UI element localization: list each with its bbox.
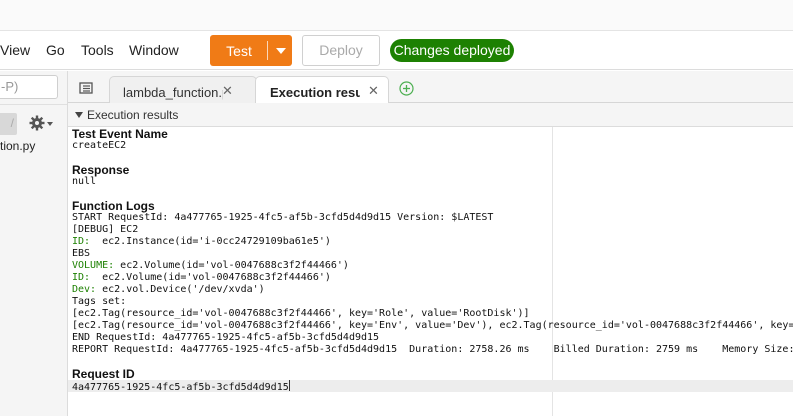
tab-label: Execution results [270,85,360,100]
request-id-value[interactable]: 4a477765-1925-4fc5-af5b-3cfd5d4d9d15 [72,380,290,394]
menu-window[interactable]: Window [129,42,179,58]
execution-results-panel: Execution results Test Event Name create… [68,103,793,416]
test-button[interactable]: Test [210,35,292,66]
request-id-label: Request ID [72,367,135,381]
log-line: ID: ec2.Volume(id='vol-0047688c3f2f44466… [72,272,793,284]
function-logs: START RequestId: 4a477765-1925-4fc5-af5b… [72,212,793,356]
execution-results-header[interactable]: Execution results [68,103,793,127]
menu-tools[interactable]: Tools [81,42,114,58]
log-text: [ec2.Tag(resource_id='vol-0047688c3f2f44… [72,308,530,319]
log-text: EBS [72,248,91,259]
log-text: ec2.vol.Device('/dev/xvda') [96,284,265,295]
test-event-label: Test Event Name [72,127,168,141]
close-icon[interactable]: ✕ [368,83,379,99]
log-line: REPORT RequestId: 4a477765-1925-4fc5-af5… [72,344,793,356]
log-keyword: ID: [72,236,91,247]
log-text: START RequestId: 4a477765-1925-4fc5-af5b… [72,212,494,223]
tab-lambda-function[interactable]: lambda_function.py ✕ [109,76,257,103]
tab-label: lambda_function.py [123,85,223,100]
log-keyword: Dev: [72,284,97,295]
sidebar-file-item[interactable]: tion.py [0,139,35,153]
log-text: [DEBUG] EC2 [72,224,139,235]
add-tab-icon[interactable] [399,81,414,96]
editor-tab-bar: lambda_function.py ✕ Execution results ✕ [68,71,793,104]
gear-dropdown-caret-icon[interactable] [47,122,53,126]
log-text: END RequestId: 4a477765-1925-4fc5-af5b-3… [72,332,380,343]
test-button-label: Test [226,43,252,59]
test-event-value: createEC2 [72,140,127,151]
log-line: VOLUME: ec2.Volume(id='vol-0047688c3f2f4… [72,260,793,272]
top-strip [0,0,793,31]
log-text: ec2.Volume(id='vol-0047688c3f2f44466') [114,260,349,271]
tab-list-icon[interactable] [79,82,93,94]
request-id-text: 4a477765-1925-4fc5-af5b-3cfd5d4d9d15 [72,382,289,393]
sidebar-divider [0,104,67,105]
log-text: ec2.Instance(id='i-0cc24729109ba61e5') [90,236,331,247]
menu-go[interactable]: Go [46,42,65,58]
test-dropdown-caret-icon[interactable] [276,48,286,54]
log-keyword: VOLUME: [72,260,115,271]
test-button-divider [267,41,268,60]
execution-results-title: Execution results [87,108,179,122]
function-logs-label: Function Logs [72,199,155,213]
tab-execution-results[interactable]: Execution results ✕ [255,76,389,104]
collapse-button[interactable]: / [0,113,17,135]
log-line: Dev: ec2.vol.Device('/dev/xvda') [72,284,793,296]
close-icon[interactable]: ✕ [222,83,233,99]
log-text: Tags set: [72,296,127,307]
log-line: [ec2.Tag(resource_id='vol-0047688c3f2f44… [72,308,793,320]
log-line: EBS [72,248,793,260]
log-text: [ec2.Tag(resource_id='vol-0047688c3f2f44… [72,320,793,331]
collapse-caret-icon[interactable] [75,112,83,118]
log-line: Tags set: [72,296,793,308]
response-value: null [72,176,97,187]
menu-bar: View Go Tools Window Test Deploy Changes… [0,31,793,70]
log-line: [ec2.Tag(resource_id='vol-0047688c3f2f44… [72,320,793,332]
log-line: [DEBUG] EC2 [72,224,793,236]
file-sidebar: -P) / tion.py [0,71,68,416]
status-badge: Changes deployed [390,39,514,62]
log-text: ec2.Volume(id='vol-0047688c3f2f44466') [90,272,331,283]
response-label: Response [72,163,130,177]
log-line: END RequestId: 4a477765-1925-4fc5-af5b-3… [72,332,793,344]
gear-icon[interactable] [29,115,45,131]
log-keyword: ID: [72,272,91,283]
text-cursor [288,380,290,391]
log-line: ID: ec2.Instance(id='i-0cc24729109ba61e5… [72,236,793,248]
deploy-button[interactable]: Deploy [302,35,380,66]
log-line: START RequestId: 4a477765-1925-4fc5-af5b… [72,212,793,224]
goto-file-input[interactable]: -P) [0,75,58,99]
menu-view[interactable]: View [0,42,30,58]
log-text: REPORT RequestId: 4a477765-1925-4fc5-af5… [72,344,793,355]
